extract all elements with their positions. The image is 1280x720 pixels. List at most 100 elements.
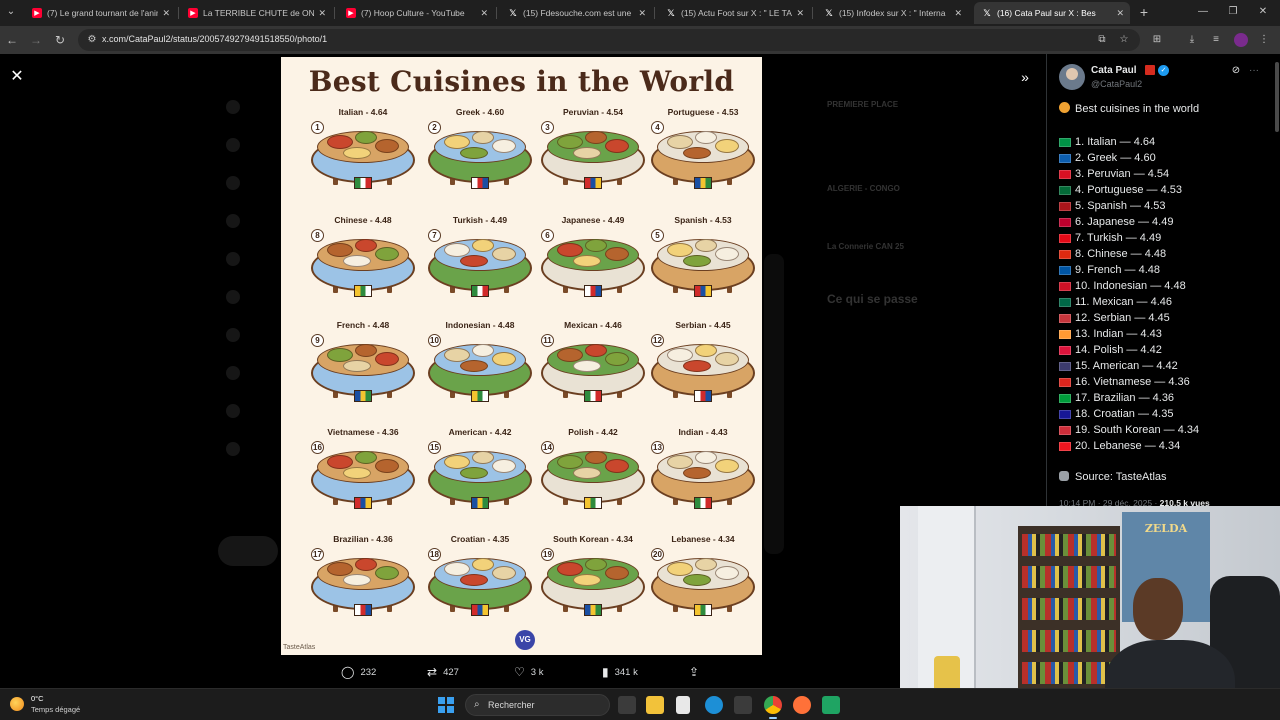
country-flag [471,497,489,509]
reply-button[interactable]: ◯ 232 [341,664,376,680]
tab-6[interactable]: 𝕏 (15) Infodex sur X : " Interna ✕ [816,2,968,24]
close-tab-icon[interactable]: ✕ [954,8,962,19]
tab-3[interactable]: ▶ (7) Hoop Culture - YouTube ✕ [338,2,494,24]
taskbar-search[interactable]: ⌕ Rechercher [465,694,610,716]
tab-5[interactable]: 𝕏 (15) Actu Foot sur X : " LE TA ✕ [658,2,810,24]
ranking-row: 11. Mexican — 4.46 [1059,294,1269,310]
food-plate [343,467,371,479]
like-count: 3 k [530,666,544,678]
share-button[interactable]: ⇪ [689,664,705,680]
dish-caption: Polish - 4.42 [568,427,618,437]
install-app-icon[interactable]: ⧉ [1095,33,1109,47]
reload-icon[interactable]: ↻ [52,32,68,48]
repost-button[interactable]: ⇄ 427 [427,664,459,680]
grok-sparkle-icon[interactable]: ⊘ [1229,64,1243,78]
ranking-text: 16. Vietnamese — 4.36 [1075,376,1190,388]
rank-number: 12 [651,334,664,347]
cuisine-infographic[interactable]: Best Cuisines in the World Italian - 4.6… [281,57,762,655]
close-tab-icon[interactable]: ✕ [162,8,170,19]
microphone-icon [1059,471,1069,481]
dish-table: Indian - 4.43 13 [643,427,762,532]
app-icon[interactable] [822,696,840,714]
forward-arrow-icon[interactable]: → [28,32,44,48]
author-avatar[interactable] [1059,64,1085,90]
dish-table: Lebanese - 4.34 20 [643,534,762,639]
ranking-text: 1. Italian — 4.64 [1075,136,1156,148]
profile-avatar[interactable] [1234,33,1248,47]
close-window-icon[interactable]: ✕ [1254,4,1272,20]
more-options-icon[interactable]: ··· [1247,64,1261,78]
address-bar[interactable]: ⚙ x.com/CataPaul2/status/200574927949151… [78,29,1140,51]
food-plate [715,247,739,261]
like-button[interactable]: ♡ 3 k [514,664,543,680]
rank-number: 17 [311,548,324,561]
ranking-row: 6. Japanese — 4.49 [1059,214,1269,230]
back-arrow-icon[interactable]: ← [4,32,20,48]
tab-2[interactable]: ▶ La TERRIBLE CHUTE de ONE PL ✕ [180,2,332,24]
download-icon[interactable]: ⤓ [1184,32,1200,48]
site-info-icon[interactable]: ⚙ [85,33,99,47]
task-view-icon[interactable] [618,696,636,714]
url-text[interactable]: x.com/CataPaul2/status/20057492794915185… [102,34,327,44]
close-tab-icon[interactable]: ✕ [1116,8,1124,19]
flag-icon [1059,393,1071,403]
author-name[interactable]: Cata Paul [1091,65,1137,76]
country-flag [471,604,489,616]
restore-icon[interactable]: ❐ [1224,4,1242,20]
store-icon[interactable] [734,696,752,714]
search-placeholder: Rechercher [488,700,535,710]
minimize-icon[interactable]: — [1194,4,1212,20]
close-tab-icon[interactable]: ✕ [638,8,646,19]
communities-icon [226,404,240,418]
author-handle[interactable]: @CataPaul2 [1091,79,1142,89]
ranking-text: 19. South Korean — 4.34 [1075,424,1200,436]
country-flag [354,177,372,189]
country-flag [471,177,489,189]
weather-moon-icon[interactable] [10,697,24,711]
ranking-text: 18. Croatian — 4.35 [1075,408,1174,420]
tab-groups-icon[interactable]: ≡ [1208,32,1224,48]
bookmark-star-icon[interactable]: ☆ [1117,33,1131,47]
tweet-heading: Best cuisines in the world [1059,102,1199,115]
dish-table: Chinese - 4.48 8 [303,215,423,320]
rank-number: 15 [428,441,441,454]
rank-number: 1 [311,121,324,134]
close-tab-icon[interactable]: ✕ [796,8,804,19]
dish-caption: Peruvian - 4.54 [562,107,623,117]
dish-caption: Japanese - 4.49 [561,215,625,225]
menu-kebab-icon[interactable]: ⋮ [1256,32,1272,48]
close-icon[interactable]: ✕ [8,68,26,86]
post-button [218,536,278,566]
notepad-icon[interactable] [676,696,690,714]
food-plate [715,459,739,473]
food-plate [460,467,488,479]
tab-title: (16) Cata Paul sur X : Bes [997,8,1096,18]
panel-scrollbar[interactable] [1275,62,1279,132]
edge-icon[interactable] [705,696,723,714]
rank-number: 4 [651,121,664,134]
file-explorer-icon[interactable] [646,696,664,714]
ranking-row: 15. American — 4.42 [1059,358,1269,374]
new-tab-plus-icon[interactable]: + [1137,4,1151,20]
windows-start-icon[interactable] [438,697,454,713]
views-button[interactable]: ▮ 341 k [602,664,638,680]
tab-search-chevron-icon[interactable]: ⌄ [4,5,18,19]
collapse-panel-chevrons-icon[interactable]: » [1016,68,1034,86]
weather-description[interactable]: Temps dégagé [31,705,80,714]
country-flag [471,390,489,402]
food-plate [343,360,371,372]
food-plate [585,239,607,252]
dish-table: Brazilian - 4.36 17 [303,534,423,639]
tab-4[interactable]: 𝕏 (15) Fdesouche.com est une re ✕ [500,2,652,24]
source-line: Source: TasteAtlas [1059,471,1167,483]
firefox-icon[interactable] [793,696,811,714]
tab-7-active[interactable]: 𝕏 (16) Cata Paul sur X : Bes ✕ [974,2,1130,24]
food-plate [355,558,377,571]
rank-number: 20 [651,548,664,561]
tab-1[interactable]: ▶ (7) Le grand tournant de l'anim ✕ [24,2,176,24]
close-tab-icon[interactable]: ✕ [318,8,326,19]
chrome-icon[interactable] [764,696,782,719]
close-tab-icon[interactable]: ✕ [480,8,488,19]
weather-temperature[interactable]: 0°C [31,694,44,703]
extensions-puzzle-icon[interactable]: ⊞ [1149,32,1165,48]
